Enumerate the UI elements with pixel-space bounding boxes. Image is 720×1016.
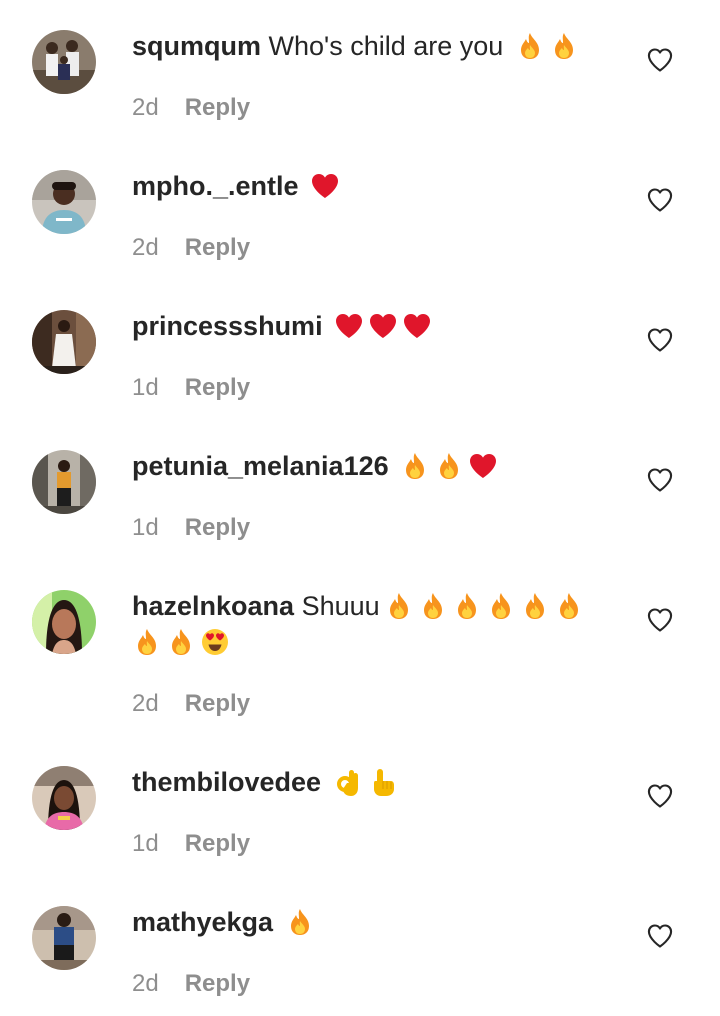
fire-emoji (389, 593, 408, 619)
avatar[interactable] (32, 906, 96, 970)
reply-button[interactable]: Reply (185, 234, 250, 261)
heart-outline-icon[interactable] (646, 326, 674, 354)
comment-text: princessshumi (132, 308, 602, 344)
fire-emoji (138, 629, 156, 655)
comment-username[interactable]: mpho._.entle (132, 171, 299, 201)
comment-text: squmqum Who's child are you (132, 28, 602, 64)
ok-hand-emoji (336, 770, 358, 796)
fire-emoji (559, 593, 578, 619)
heart-outline-icon[interactable] (646, 46, 674, 74)
heart-outline-icon[interactable] (646, 922, 674, 950)
comment-username[interactable]: mathyekga (132, 907, 273, 937)
emoji-row (306, 171, 340, 201)
comments-list: squmqum Who's child are you 2d Reply mpho… (0, 0, 720, 1016)
comment-username[interactable]: hazelnkoana (132, 591, 294, 621)
comment-timestamp: 1d (132, 374, 159, 401)
avatar[interactable] (32, 766, 96, 830)
comment-meta: 2d Reply (132, 93, 250, 123)
avatar[interactable] (32, 170, 96, 234)
avatar[interactable] (32, 310, 96, 374)
fire-emoji (554, 33, 573, 59)
fire-emoji (520, 33, 539, 59)
comment-body: Shuuu (301, 591, 380, 621)
comment-timestamp: 2d (132, 234, 159, 261)
comment-text: hazelnkoana Shuuu (132, 588, 602, 660)
heart-outline-icon[interactable] (646, 466, 674, 494)
avatar[interactable] (32, 590, 96, 654)
comment-username[interactable]: thembilovedee (132, 767, 321, 797)
reply-button[interactable]: Reply (185, 514, 250, 541)
fire-emoji (457, 593, 476, 619)
avatar[interactable] (32, 450, 96, 514)
comment-meta: 1d Reply (132, 373, 250, 403)
comment-text: petunia_melania126 (132, 448, 602, 484)
emoji-row (330, 311, 432, 341)
reply-button[interactable]: Reply (185, 830, 250, 857)
comment-timestamp: 2d (132, 690, 159, 717)
comment-timestamp: 1d (132, 830, 159, 857)
fire-emoji (172, 629, 190, 655)
comment-meta: 1d Reply (132, 513, 250, 543)
heart-outline-icon[interactable] (646, 606, 674, 634)
fire-emoji (406, 453, 425, 479)
comment-timestamp: 2d (132, 94, 159, 121)
fire-emoji (423, 593, 442, 619)
comment-timestamp: 1d (132, 514, 159, 541)
comment-meta: 1d Reply (132, 829, 250, 859)
emoji-row (396, 451, 498, 481)
heart-eyes-emoji (202, 629, 228, 655)
reply-button[interactable]: Reply (185, 94, 250, 121)
heart-emoji (404, 314, 431, 338)
comment-username[interactable]: squmqum (132, 31, 261, 61)
fire-emoji (290, 909, 309, 935)
heart-emoji (470, 454, 497, 478)
heart-outline-icon[interactable] (646, 782, 674, 810)
comment-text: mpho._.entle (132, 168, 602, 204)
fire-emoji (525, 593, 544, 619)
heart-emoji (312, 174, 339, 198)
emoji-row (281, 907, 315, 937)
comment-text: thembilovedee (132, 764, 602, 800)
emoji-row (503, 31, 579, 61)
comment-username[interactable]: petunia_melania126 (132, 451, 389, 481)
comment-meta: 2d Reply (132, 233, 250, 263)
pointing-up-emoji (373, 769, 394, 796)
fire-emoji (440, 453, 459, 479)
comment-username[interactable]: princessshumi (132, 311, 323, 341)
heart-emoji (370, 314, 397, 338)
reply-button[interactable]: Reply (185, 690, 250, 717)
heart-outline-icon[interactable] (646, 186, 674, 214)
comment-text: mathyekga (132, 904, 602, 940)
reply-button[interactable]: Reply (185, 970, 250, 997)
avatar[interactable] (32, 30, 96, 94)
reply-button[interactable]: Reply (185, 374, 250, 401)
emoji-row (329, 767, 397, 797)
comment-meta: 2d Reply (132, 689, 250, 719)
comment-meta: 2d Reply (132, 969, 250, 999)
comment-body: Who's child are you (268, 31, 504, 61)
heart-emoji (336, 314, 363, 338)
fire-emoji (491, 593, 510, 619)
comment-timestamp: 2d (132, 970, 159, 997)
